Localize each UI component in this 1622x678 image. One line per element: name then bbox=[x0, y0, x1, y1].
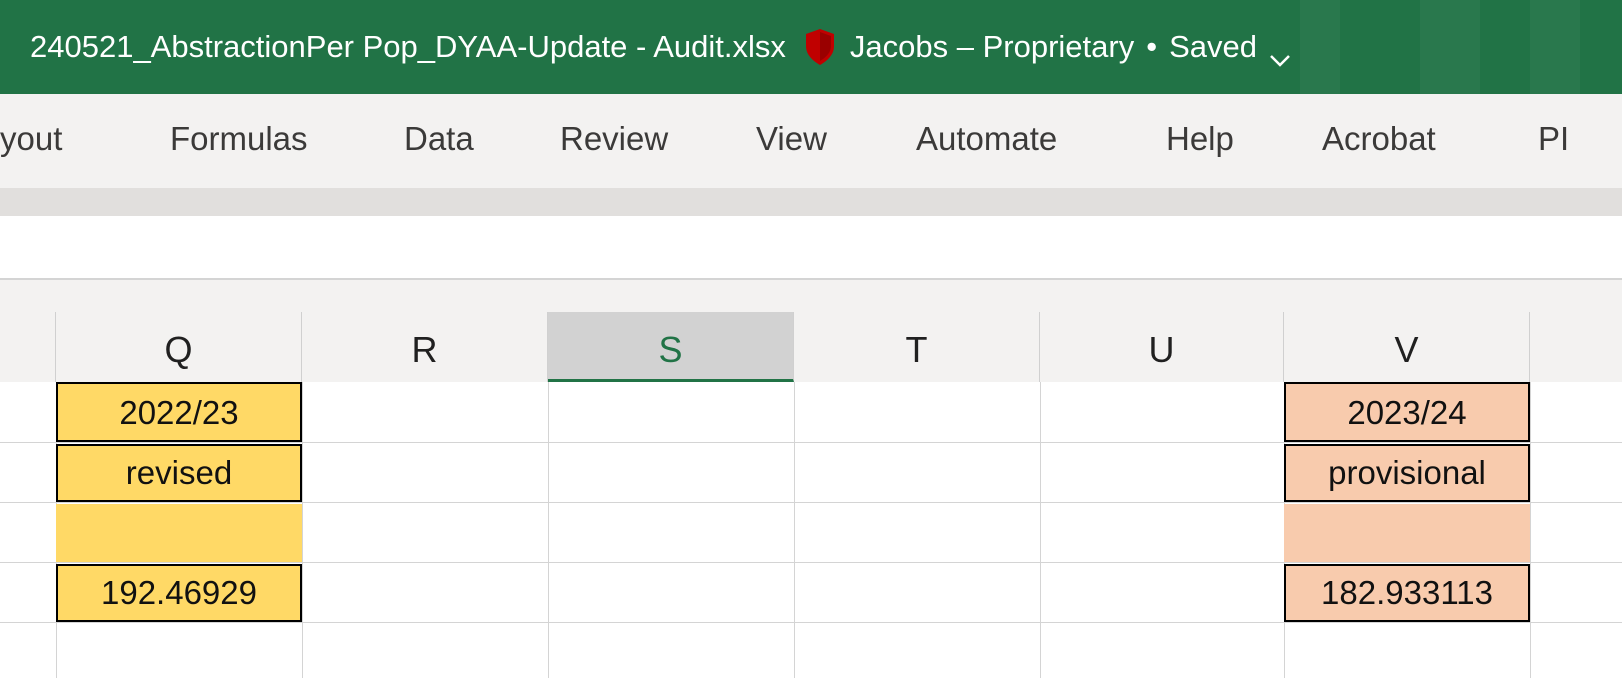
grid-line bbox=[0, 562, 1622, 563]
column-header-s[interactable]: S bbox=[548, 312, 794, 382]
tab-acrobat[interactable]: Acrobat bbox=[1322, 120, 1436, 158]
grid-line bbox=[0, 622, 1622, 623]
tab-view[interactable]: View bbox=[756, 120, 827, 158]
formula-bar[interactable] bbox=[0, 216, 1622, 280]
grid-line bbox=[0, 502, 1622, 503]
column-header-v[interactable]: V bbox=[1284, 312, 1530, 382]
column-header-row: Q R S T U V bbox=[0, 312, 1622, 383]
cell-q-year[interactable]: 2022/23 bbox=[56, 382, 302, 442]
grid-line bbox=[302, 382, 303, 678]
column-header-q[interactable]: Q bbox=[56, 312, 302, 382]
titlebar-decoration bbox=[1530, 0, 1580, 94]
grid-line bbox=[1530, 382, 1531, 678]
tab-review[interactable]: Review bbox=[560, 120, 668, 158]
tab-formulas[interactable]: Formulas bbox=[170, 120, 308, 158]
chevron-down-icon[interactable] bbox=[1269, 40, 1291, 67]
column-header-w[interactable] bbox=[1530, 312, 1622, 382]
cell-v-value[interactable]: 182.933113 bbox=[1284, 564, 1530, 622]
sensitivity-label[interactable]: Jacobs – Proprietary bbox=[850, 29, 1134, 65]
cell-v-empty[interactable] bbox=[1284, 504, 1530, 562]
tab-pi[interactable]: PI bbox=[1538, 120, 1569, 158]
cell-grid[interactable]: 2022/23 revised 192.46929 2023/24 provis… bbox=[0, 382, 1622, 678]
column-header-u[interactable]: U bbox=[1040, 312, 1284, 382]
grid-line bbox=[1040, 382, 1041, 678]
title-row: 240521_AbstractionPer Pop_DYAA-Update - … bbox=[30, 22, 1291, 72]
titlebar-decoration bbox=[1300, 0, 1340, 94]
cell-v-year[interactable]: 2023/24 bbox=[1284, 382, 1530, 442]
column-header-r[interactable]: R bbox=[302, 312, 548, 382]
separator-bullet: • bbox=[1146, 29, 1158, 64]
ribbon-collapsed-strip bbox=[0, 188, 1622, 216]
tab-help[interactable]: Help bbox=[1166, 120, 1234, 158]
tab-data[interactable]: Data bbox=[404, 120, 474, 158]
cell-q-empty[interactable] bbox=[56, 504, 302, 562]
column-header-t[interactable]: T bbox=[794, 312, 1040, 382]
save-status[interactable]: Saved bbox=[1169, 29, 1257, 65]
title-bar: 240521_AbstractionPer Pop_DYAA-Update - … bbox=[0, 0, 1622, 94]
file-name[interactable]: 240521_AbstractionPer Pop_DYAA-Update - … bbox=[30, 29, 786, 65]
shield-icon[interactable] bbox=[804, 28, 836, 66]
cell-v-status[interactable]: provisional bbox=[1284, 444, 1530, 502]
column-header-p[interactable] bbox=[0, 312, 56, 382]
tab-page-layout[interactable]: yout bbox=[0, 120, 62, 158]
grid-top-gap bbox=[0, 280, 1622, 312]
ribbon-tabs: yout Formulas Data Review View Automate … bbox=[0, 94, 1622, 188]
cell-q-value[interactable]: 192.46929 bbox=[56, 564, 302, 622]
tab-automate[interactable]: Automate bbox=[916, 120, 1057, 158]
grid-line bbox=[548, 382, 549, 678]
titlebar-decoration bbox=[1420, 0, 1480, 94]
grid-line bbox=[0, 442, 1622, 443]
cell-q-status[interactable]: revised bbox=[56, 444, 302, 502]
grid-line bbox=[794, 382, 795, 678]
